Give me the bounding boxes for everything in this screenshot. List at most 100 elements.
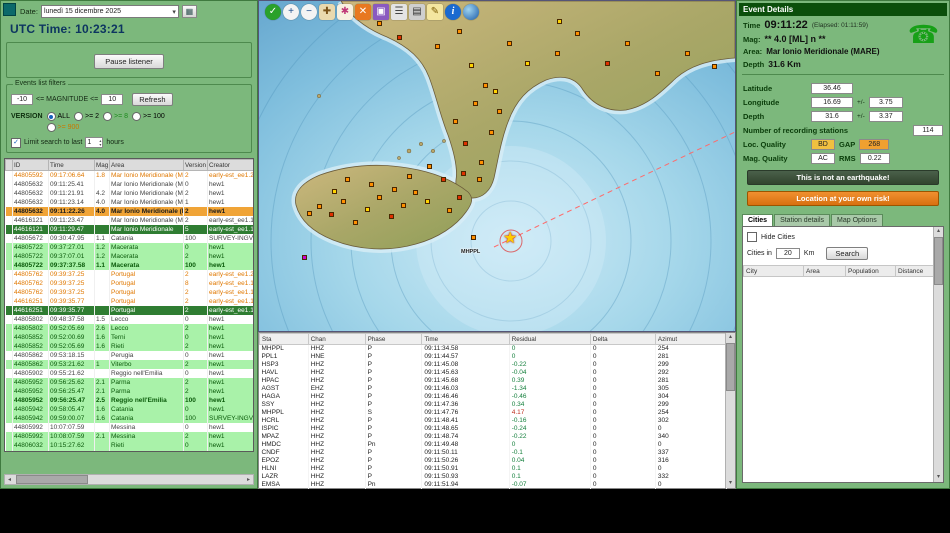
edit-icon[interactable]: ✎ (427, 4, 443, 20)
pick-row[interactable]: ISPIC HHZ P 09:11:48.65 -0.24 0 0 (259, 425, 728, 433)
seismic-station-marker[interactable] (655, 71, 660, 76)
seismic-station-marker[interactable] (369, 182, 374, 187)
seismic-station-marker[interactable] (365, 207, 370, 212)
seismic-station-marker[interactable] (317, 204, 322, 209)
seismic-station-marker[interactable] (392, 187, 397, 192)
event-row[interactable]: 44805802 09:52:05.69 2.6 Lecco 2 hew1 (5, 324, 253, 333)
event-row[interactable]: 44805942 09:59:00.07 1.6 Catania 100 SURVEY-I… (5, 414, 253, 423)
event-row[interactable]: 44805762 09:39:37.25 Portugal 2 early-est_ee… (5, 270, 253, 279)
tab-cities[interactable]: Cities (742, 214, 774, 226)
scroll-down-icon[interactable]: ▾ (937, 473, 940, 482)
seismic-station-marker[interactable] (507, 41, 512, 46)
event-row[interactable]: 44805942 09:58:05.47 1.6 Catania 0 hew1 (5, 405, 253, 414)
event-row[interactable]: 44805952 09:56:25.62 2.1 Parma 2 hew1 (5, 378, 253, 387)
seismic-station-marker[interactable] (493, 89, 498, 94)
event-row[interactable]: 44805632 09:11:25.41 Mar Ionio Meridionale… (5, 180, 253, 189)
magnitude-max-input[interactable]: 10 (101, 94, 124, 105)
seismic-station-marker[interactable] (377, 21, 382, 26)
event-row[interactable]: 44805722 09:37:07.01 1.2 Macerata 2 hew1 (5, 252, 253, 261)
events-header-row[interactable]: ID Time Mag Area Version Creator (5, 159, 253, 171)
event-row[interactable]: 44805952 09:56:25.47 2.1 Parma 2 hew1 (5, 387, 253, 396)
seismic-station-marker[interactable] (425, 199, 430, 204)
scroll-down-icon[interactable]: ▾ (729, 479, 732, 488)
event-row[interactable]: 44805802 09:48:37.58 1.5 Lecco 0 hew1 (5, 315, 253, 324)
pick-row[interactable]: AGST EHZ P 09:11:46.03 -1.34 0 305 (259, 385, 728, 393)
event-row[interactable]: 44805592 09:17:06.64 1.8 Mar Ionio Meridion… (5, 170, 253, 180)
pick-row[interactable]: CNDF HHZ P 09:11:50.11 -0.1 0 337 (259, 449, 728, 457)
seismic-station-marker[interactable] (341, 199, 346, 204)
seismic-station-marker[interactable] (457, 195, 462, 200)
event-row[interactable]: 44806032 10:15:27.62 Rieti 0 hew1 (5, 441, 253, 450)
radio-icon[interactable] (46, 112, 56, 121)
seismic-station-marker[interactable] (397, 35, 402, 40)
cities-search-button[interactable]: Search (826, 247, 869, 260)
limit-search-checkbox[interactable]: ✓ (11, 137, 21, 148)
event-row[interactable]: 44805632 09:11:21.91 4.2 Mar Ionio Meridion… (5, 189, 253, 198)
seismic-station-marker[interactable] (453, 119, 458, 124)
seismic-station-marker[interactable] (575, 31, 580, 36)
event-row[interactable]: 44805762 09:39:37.25 Portugal 8 early-est_ee… (5, 279, 253, 288)
print-icon[interactable]: ▤ (409, 4, 425, 20)
chevron-down-icon[interactable]: ▾ (172, 8, 176, 16)
seismic-station-marker[interactable] (407, 174, 412, 179)
seismic-station-marker[interactable] (605, 61, 610, 66)
layers-icon[interactable]: ☰ (391, 4, 407, 20)
seismic-station-marker[interactable] (712, 64, 717, 69)
seismic-station-marker[interactable] (557, 19, 562, 24)
seismic-station-marker[interactable] (307, 211, 312, 216)
scroll-up-icon[interactable]: ▴ (937, 227, 940, 236)
event-row[interactable]: 44805992 10:08:07.59 2.1 Messina 2 hew1 (5, 432, 253, 441)
not-earthquake-button[interactable]: This is not an earthquake! (747, 170, 939, 185)
seismic-station-marker[interactable] (685, 51, 690, 56)
version-radio-100[interactable]: >= 100 (132, 112, 165, 121)
pick-row[interactable]: PPL1 HNE P 09:11:44.57 0 0 281 (259, 353, 728, 361)
seismic-station-marker[interactable] (525, 61, 530, 66)
seismic-station-marker[interactable] (427, 164, 432, 169)
info-icon[interactable]: i (445, 4, 461, 20)
pick-row[interactable]: HAVL HHZ P 09:11:45.63 -0.04 0 292 (259, 369, 728, 377)
seismic-station-marker[interactable] (483, 83, 488, 88)
seismic-station-marker[interactable] (345, 177, 350, 182)
date-select[interactable]: lunedì 15 dicembre 2025 ▾ (40, 5, 179, 18)
event-row[interactable]: 44616121 09:11:23.47 Mar Ionio Meridionale… (5, 216, 253, 225)
event-row[interactable]: 44805992 10:07:07.59 Messina 0 hew1 (5, 423, 253, 432)
version-radio-900[interactable]: >= 900 (46, 123, 79, 132)
pause-listener-button[interactable]: Pause listener (94, 54, 164, 69)
scroll-up-icon[interactable]: ▴ (729, 333, 732, 342)
pick-row[interactable]: HAGA HHZ P 09:11:46.46 -0.46 0 304 (259, 393, 728, 401)
radio-icon[interactable] (103, 112, 112, 121)
tab-map-options[interactable]: Map Options (831, 214, 883, 226)
scrollbar-thumb[interactable] (16, 475, 88, 484)
seismic-station-marker[interactable] (401, 203, 406, 208)
seismic-station-marker[interactable] (471, 235, 476, 240)
event-row[interactable]: 44805762 09:39:37.25 Portugal 2 early-est_ee… (5, 288, 253, 297)
scroll-right-icon[interactable]: ▸ (244, 476, 253, 483)
seismic-station-marker[interactable] (377, 195, 382, 200)
refresh-button[interactable]: Refresh (132, 93, 173, 106)
event-row[interactable]: 44805852 09:52:00.69 1.6 Terni 0 hew1 (5, 333, 253, 342)
radio-icon[interactable] (132, 112, 142, 121)
seismic-station-marker[interactable] (447, 208, 452, 213)
cities-vertical-scrollbar[interactable]: ▴ ▾ (933, 227, 943, 482)
pick-row[interactable]: MPAZ HHZ P 09:11:48.74 -0.22 0 340 (259, 433, 728, 441)
radius-input[interactable]: 20 (775, 248, 800, 259)
scrollbar-thumb[interactable] (726, 343, 735, 391)
seismic-station-marker[interactable] (389, 214, 394, 219)
tools-icon[interactable]: ✱ (337, 4, 353, 20)
events-horizontal-scrollbar[interactable]: ◂ ▸ (4, 474, 254, 485)
globe-icon[interactable] (463, 4, 479, 20)
seismic-station-marker[interactable] (435, 44, 440, 49)
seismic-station-marker[interactable] (332, 189, 337, 194)
event-row[interactable]: 44805632 09:11:23.14 4.0 Mar Ionio Meridion… (5, 198, 253, 207)
pick-row[interactable]: HCRL HHZ P 09:11:48.41 -0.16 0 302 (259, 417, 728, 425)
confirm-icon[interactable]: ✓ (265, 4, 281, 20)
phone-icon[interactable]: ☎ (908, 23, 939, 48)
event-row[interactable]: 44805722 09:37:37.58 1.1 Macerata 100 hew1 (5, 261, 253, 270)
seismic-station-marker[interactable] (625, 41, 630, 46)
scroll-left-icon[interactable]: ◂ (5, 476, 14, 483)
pan-icon[interactable]: ✚ (319, 4, 335, 20)
seismic-station-marker[interactable] (413, 190, 418, 195)
seismic-station-marker[interactable] (497, 109, 502, 114)
pick-row[interactable]: MHPPL HHZ P 09:11:34.58 0 0 254 (259, 344, 728, 353)
version-radio-ALL[interactable]: ALL (46, 112, 70, 121)
